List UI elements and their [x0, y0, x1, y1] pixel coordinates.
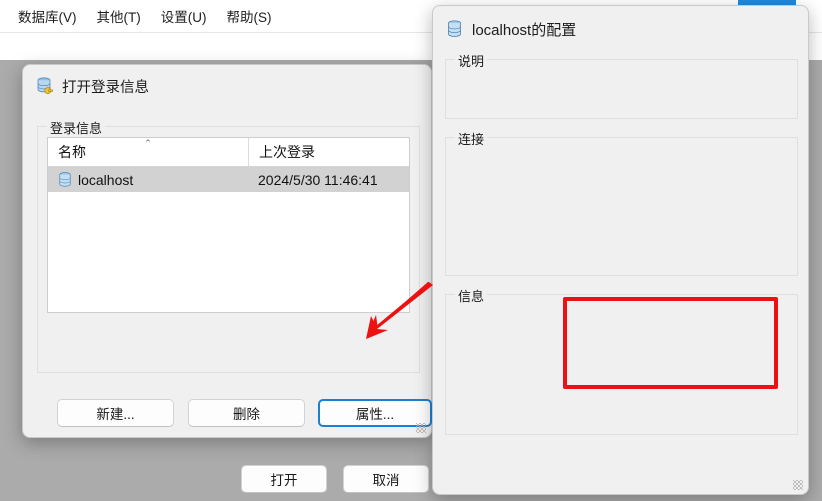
resize-grip[interactable] [416, 423, 426, 433]
properties-button[interactable]: 属性... [318, 399, 432, 427]
column-header-last-login-label: 上次登录 [259, 144, 315, 160]
menu-item-settings[interactable]: 设置(U) [151, 2, 217, 30]
sort-ascending-icon: ⌃ [144, 138, 152, 148]
list-item-name: localhost [78, 171, 134, 188]
menu-item-help[interactable]: 帮助(S) [217, 2, 282, 30]
login-info-group-title: 登录信息 [47, 118, 106, 137]
list-item[interactable]: localhost 2024/5/30 11:46:41 [48, 167, 409, 192]
config-dialog-titlebar: localhost的配置 close-icon [433, 6, 808, 52]
column-header-name[interactable]: 名称 ⌃ [48, 138, 248, 166]
information-groupbox: 信息 [445, 286, 798, 435]
database-key-icon [36, 77, 53, 95]
close-icon[interactable]: close-icon [768, 15, 802, 43]
config-dialog: localhost的配置 close-icon 说明 名称: localhost… [432, 5, 809, 495]
database-icon [446, 20, 463, 38]
menu-item-other[interactable]: 其他(T) [87, 2, 151, 30]
config-dialog-title: localhost的配置 [472, 21, 577, 39]
connection-group-title: 连接 [455, 129, 488, 148]
open-button[interactable]: 打开 [241, 465, 327, 493]
open-login-dialog: 打开登录信息 close-icon 登录信息 名称 ⌃ 上次登录 [22, 64, 432, 493]
login-info-list[interactable]: 名称 ⌃ 上次登录 localhost 2024/5/30 11:46:41 [47, 137, 410, 313]
information-group-title: 信息 [455, 286, 488, 305]
open-login-dialog-title: 打开登录信息 [62, 79, 149, 96]
resize-grip[interactable] [793, 480, 803, 490]
login-list-header: 名称 ⌃ 上次登录 [48, 138, 409, 167]
close-icon[interactable]: close-icon [391, 72, 425, 100]
list-item-last-login: 2024/5/30 11:46:41 [258, 171, 378, 188]
connection-groupbox: 连接 [445, 129, 798, 276]
new-button[interactable]: 新建... [57, 399, 174, 427]
description-group-title: 说明 [455, 51, 488, 70]
description-groupbox: 说明 [445, 51, 798, 119]
column-header-last-login[interactable]: 上次登录 [248, 138, 409, 166]
column-header-name-label: 名称 [58, 144, 86, 160]
delete-button[interactable]: 删除 [188, 399, 305, 427]
menu-item-database[interactable]: 数据库(V) [8, 2, 87, 30]
database-icon [58, 172, 72, 187]
open-login-dialog-titlebar: 打开登录信息 close-icon [23, 65, 431, 107]
open-dialog-cancel-button[interactable]: 取消 [343, 465, 429, 493]
